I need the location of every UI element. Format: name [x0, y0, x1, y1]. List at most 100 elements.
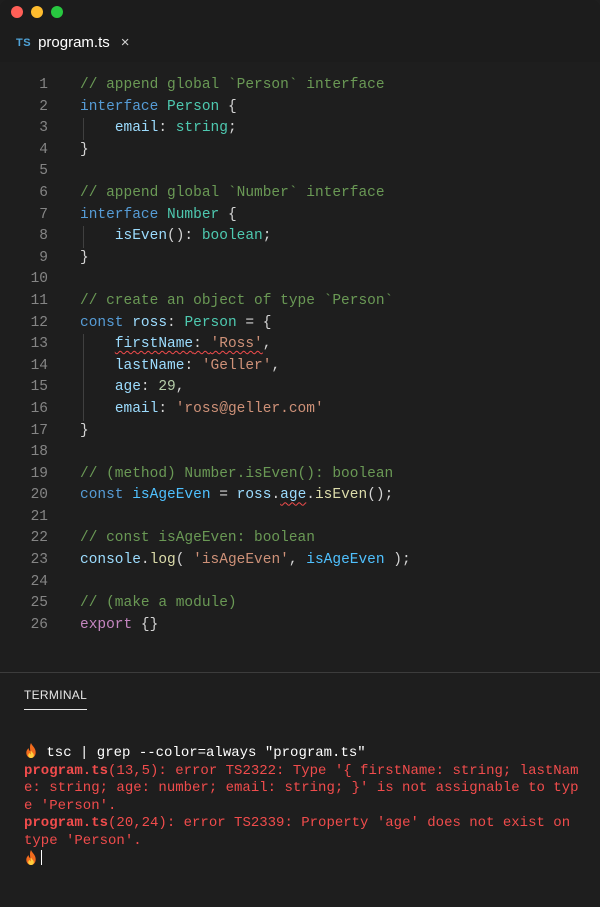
error-file-name: program.ts [24, 762, 109, 779]
maximize-window-button[interactable] [51, 6, 63, 18]
code-token: { [219, 98, 237, 115]
code-text: isEven(): boolean; [80, 226, 272, 248]
code-line: 19 // (method) Number.isEven(): boolean [0, 464, 600, 486]
line-number: 3 [39, 120, 48, 137]
code-line: 13 firstName: 'Ross', [0, 334, 600, 356]
code-token: const [80, 487, 124, 504]
line-number: 13 [30, 336, 48, 353]
line-number: 19 [30, 465, 48, 482]
code-token: console [80, 552, 141, 569]
code-text: interface Person { [80, 97, 237, 119]
line-number: 15 [30, 379, 48, 396]
line-number: 5 [39, 163, 48, 180]
error-squiggle[interactable]: firstName: 'Ross' [115, 336, 263, 352]
indent-guide [83, 334, 84, 421]
code-line: 8 isEven(): boolean; [0, 226, 600, 248]
code-text: age: 29, [80, 377, 185, 399]
code-token: // append global `Person` interface [80, 77, 385, 93]
terminal-error-line: program.ts(20,24): error TS2339: Propert… [24, 815, 580, 850]
code-line: 9} [0, 248, 600, 270]
terminal-output[interactable]: tsc | grep --color=always "program.ts" pr… [24, 743, 580, 870]
fire-prompt-icon [24, 850, 38, 865]
text-cursor [41, 850, 42, 865]
line-number: 21 [30, 508, 48, 525]
code-text: email: 'ross@geller.com' [80, 399, 324, 421]
tab-terminal[interactable]: TERMINAL [24, 688, 88, 710]
code-line: 17} [0, 421, 600, 443]
code-line: 6 // append global `Number` interface [0, 183, 600, 205]
typescript-file-icon: TS [16, 36, 32, 49]
title-bar: TS program.ts × [0, 0, 600, 62]
line-number: 26 [30, 616, 48, 633]
tab-title: program.ts [38, 34, 110, 51]
code-token: log [149, 552, 176, 569]
terminal-prompt[interactable] [24, 850, 580, 870]
code-token: Person [167, 98, 220, 115]
code-token: } [80, 422, 89, 439]
line-number: 2 [39, 98, 48, 115]
code-token: ( [175, 552, 194, 569]
code-text: const isAgeEven = ross.age.isEven(); [80, 485, 393, 507]
code-text: // append global `Person` interface [80, 75, 385, 97]
line-number: 18 [30, 444, 48, 461]
code-text: // (method) Number.isEven(): boolean [80, 464, 393, 486]
code-text: const ross: Person = { [80, 313, 271, 335]
code-line: 26 export {} [0, 615, 600, 637]
code-token: // (make a module) [80, 595, 237, 612]
code-token: ross [236, 487, 272, 504]
code-token: isEven [114, 228, 168, 245]
code-token: lastName [114, 357, 185, 374]
line-number: 20 [30, 487, 48, 504]
line-number: 22 [30, 530, 48, 547]
code-token: // create an object of type `Person` [80, 292, 394, 309]
code-token: . [271, 487, 281, 504]
code-token: : [158, 120, 176, 137]
code-line: 4} [0, 140, 600, 162]
code-token: isAgeEven [306, 552, 385, 569]
code-line: 3 email: string; [0, 118, 600, 140]
minimize-window-button[interactable] [31, 6, 43, 18]
line-number: 24 [30, 573, 48, 590]
close-tab-icon[interactable]: × [121, 35, 130, 50]
code-token: 'Ross' [210, 336, 263, 353]
code-token: email [114, 400, 159, 417]
line-number: 6 [39, 184, 48, 201]
code-token: age [114, 379, 141, 396]
terminal-error-line: program.ts(13,5): error TS2322: Type '{ … [24, 763, 580, 816]
code-text: // create an object of type `Person` [80, 291, 393, 313]
code-token: = { [236, 314, 272, 331]
code-token: isEven [314, 487, 368, 504]
code-token: (): [167, 228, 202, 245]
code-token: Number [167, 206, 220, 223]
fire-prompt-icon [24, 743, 38, 758]
tab-program-ts[interactable]: TS program.ts × [16, 34, 130, 51]
code-text: // const isAgeEven: boolean [80, 528, 315, 550]
code-token: : [167, 314, 185, 331]
line-number: 16 [30, 400, 48, 417]
code-text: } [80, 421, 89, 443]
code-line: 7 interface Number { [0, 205, 600, 227]
code-line: 14 lastName: 'Geller', [0, 356, 600, 378]
code-token: : [158, 400, 176, 417]
indent-guide [83, 118, 84, 140]
code-text: export {} [80, 615, 158, 637]
code-token: . [306, 487, 315, 504]
window-controls [11, 6, 63, 18]
close-window-button[interactable] [11, 6, 23, 18]
line-number: 11 [30, 292, 48, 309]
error-squiggle[interactable]: age [280, 487, 306, 503]
code-token: 'ross@geller.com' [175, 400, 324, 417]
code-text: lastName: 'Geller', [80, 356, 280, 378]
code-token: . [140, 552, 150, 569]
code-line: 18 [0, 442, 600, 464]
code-token: } [80, 249, 89, 266]
line-number: 14 [30, 357, 48, 374]
code-editor[interactable]: 1 // append global `Person` interface 2 int… [0, 75, 600, 636]
terminal-command: tsc | grep --color=always "program.ts" [38, 745, 366, 761]
